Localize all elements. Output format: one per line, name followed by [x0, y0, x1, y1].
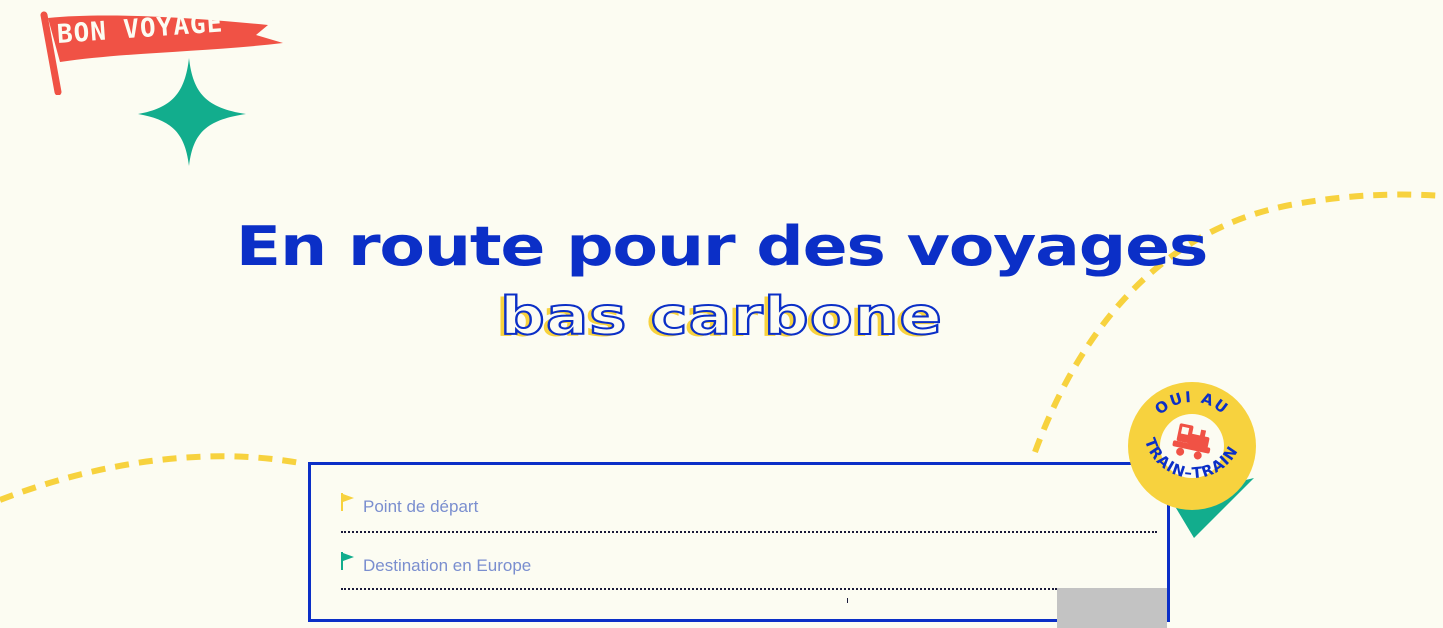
- page-title: En route pour des voyages: [235, 215, 1209, 278]
- destination-field: [341, 546, 1057, 586]
- divider: [341, 531, 1157, 533]
- yellow-flag-icon: [341, 493, 354, 511]
- train-badge: OUI AU TRAIN–TRAIN: [1128, 382, 1256, 538]
- green-flag-icon: [341, 552, 354, 570]
- search-submit-button[interactable]: [1057, 588, 1167, 628]
- four-point-star-icon: [138, 58, 246, 166]
- divider: [341, 588, 1057, 590]
- departure-field: [341, 487, 1157, 527]
- destination-input[interactable]: [363, 556, 1057, 576]
- departure-input[interactable]: [363, 497, 1063, 517]
- page-subtitle: bas carbone: [499, 287, 943, 347]
- hero-section: En route pour des voyages bas carbone: [0, 215, 1443, 347]
- trip-search-form: [308, 462, 1170, 628]
